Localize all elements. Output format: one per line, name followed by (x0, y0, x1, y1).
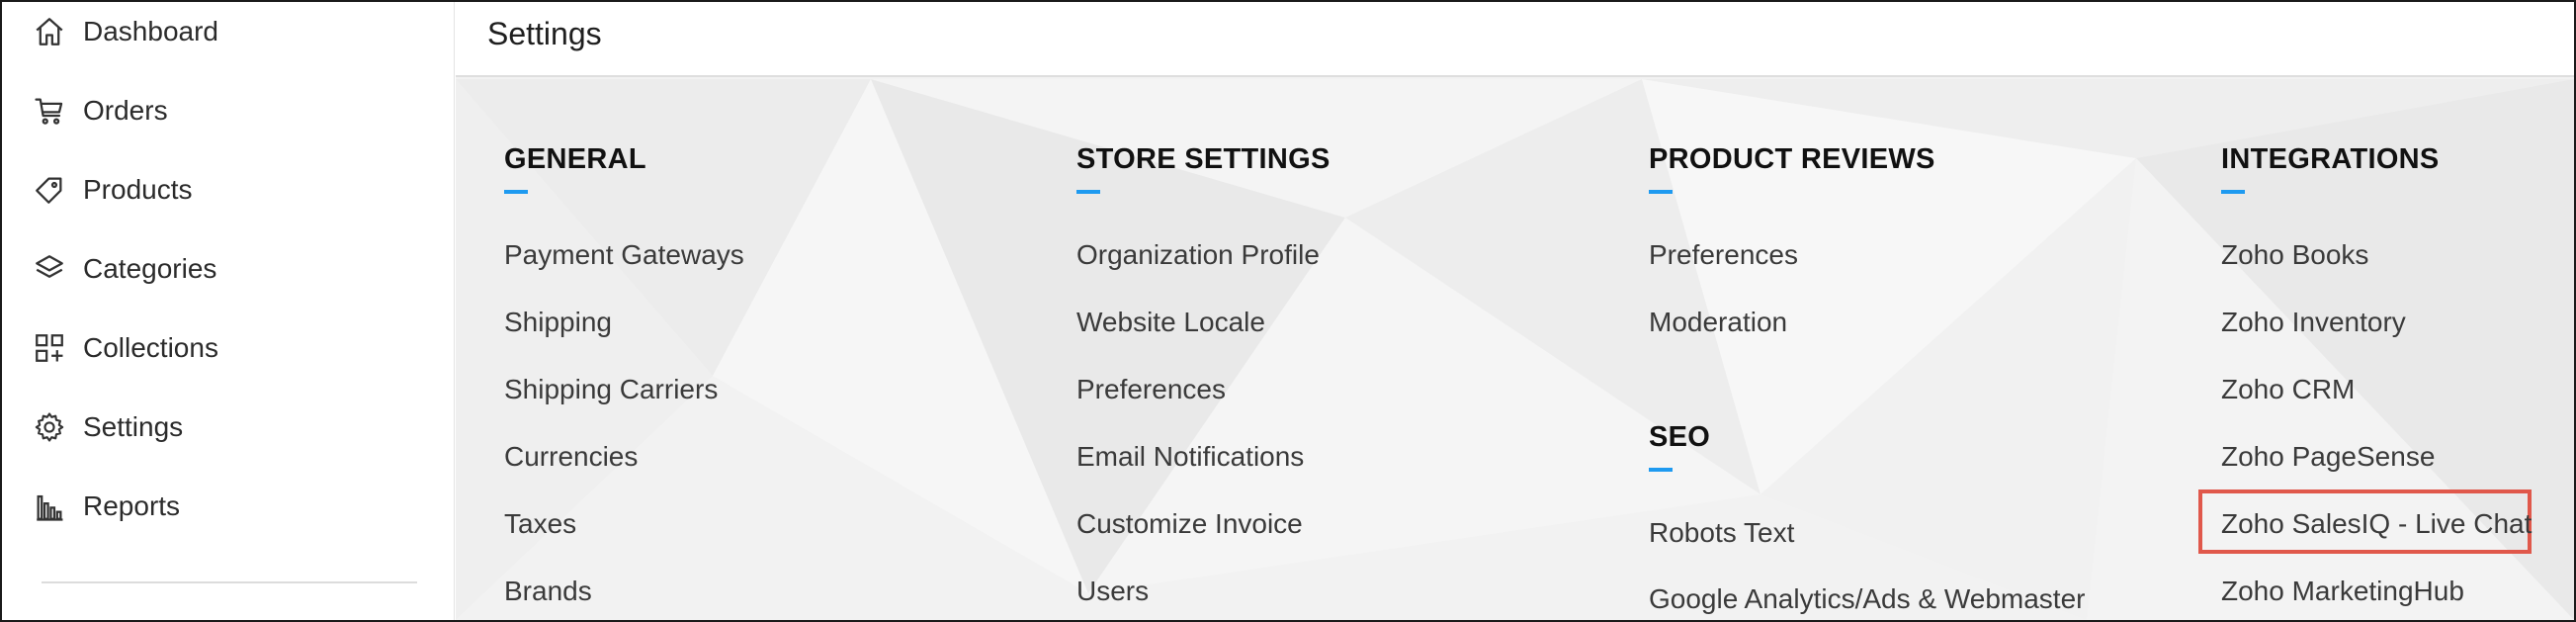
link-zoho-crm[interactable]: Zoho CRM (2221, 374, 2355, 405)
tag-icon (32, 172, 67, 208)
cart-icon (32, 93, 67, 129)
link-currencies[interactable]: Currencies (504, 441, 638, 473)
link-users[interactable]: Users (1076, 576, 1149, 607)
section-title: INTEGRATIONS (2221, 143, 2440, 175)
link-brands[interactable]: Brands (504, 576, 592, 607)
section-seo: SEO (1649, 421, 1710, 472)
sidebar-item-label: Orders (83, 95, 168, 126)
gear-icon (32, 409, 67, 445)
section-underline (1649, 190, 1673, 194)
section-integrations: INTEGRATIONS (2221, 143, 2440, 194)
link-store-preferences[interactable]: Preferences (1076, 374, 1226, 405)
sidebar-item-label: Categories (83, 253, 217, 284)
settings-main: Settings GENERAL Payment Gateways Shippi… (456, 2, 2574, 620)
link-email-notifications[interactable]: Email Notifications (1076, 441, 1304, 473)
section-product-reviews: PRODUCT REVIEWS (1649, 143, 1935, 194)
link-taxes[interactable]: Taxes (504, 508, 576, 540)
section-underline (1649, 468, 1673, 472)
link-payment-gateways[interactable]: Payment Gateways (504, 239, 744, 271)
sidebar-item-label: Settings (83, 411, 184, 442)
page-header: Settings (456, 2, 2574, 77)
link-shipping-carriers[interactable]: Shipping Carriers (504, 374, 718, 405)
link-moderation[interactable]: Moderation (1649, 307, 1787, 338)
link-website-locale[interactable]: Website Locale (1076, 307, 1265, 338)
sidebar-item-label: Collections (83, 332, 218, 363)
link-customize-invoice[interactable]: Customize Invoice (1076, 508, 1303, 540)
link-zoho-marketinghub[interactable]: Zoho MarketingHub (2221, 576, 2464, 607)
bar-chart-icon (32, 489, 67, 524)
section-title: SEO (1649, 421, 1711, 453)
sidebar: Dashboard Orders Products Categories Col… (2, 2, 455, 620)
home-icon (32, 14, 67, 49)
section-store-settings: STORE SETTINGS (1076, 143, 1331, 194)
sidebar-item-collections[interactable]: Collections (2, 318, 455, 378)
link-organization-profile[interactable]: Organization Profile (1076, 239, 1320, 271)
sidebar-item-label: Reports (83, 490, 181, 521)
section-general: GENERAL (504, 143, 646, 194)
sidebar-item-dashboard[interactable]: Dashboard (2, 2, 455, 61)
sidebar-item-label: Dashboard (83, 16, 218, 46)
section-underline (1076, 190, 1100, 194)
link-zoho-books[interactable]: Zoho Books (2221, 239, 2368, 271)
sidebar-item-settings[interactable]: Settings (2, 398, 455, 457)
section-title: PRODUCT REVIEWS (1649, 143, 1935, 175)
sidebar-item-label: Products (83, 174, 193, 205)
sidebar-item-categories[interactable]: Categories (2, 239, 455, 299)
section-underline (504, 190, 528, 194)
link-review-preferences[interactable]: Preferences (1649, 239, 1798, 271)
link-google-analytics[interactable]: Google Analytics/Ads & Webmaster (1649, 583, 2085, 615)
section-underline (2221, 190, 2245, 194)
sidebar-divider (42, 581, 417, 583)
page-title: Settings (487, 16, 602, 51)
link-shipping[interactable]: Shipping (504, 307, 612, 338)
link-zoho-inventory[interactable]: Zoho Inventory (2221, 307, 2406, 338)
link-zoho-salesiq-live-chat[interactable]: Zoho SalesIQ - Live Chat (2221, 508, 2532, 540)
section-title: GENERAL (504, 143, 646, 175)
link-zoho-pagesense[interactable]: Zoho PageSense (2221, 441, 2435, 473)
sidebar-item-orders[interactable]: Orders (2, 81, 455, 140)
sidebar-item-products[interactable]: Products (2, 160, 455, 220)
sidebar-item-reports[interactable]: Reports (2, 477, 455, 536)
layers-icon (32, 251, 67, 287)
collections-icon (32, 330, 67, 366)
link-robots-text[interactable]: Robots Text (1649, 517, 1794, 549)
section-title: STORE SETTINGS (1076, 143, 1331, 175)
